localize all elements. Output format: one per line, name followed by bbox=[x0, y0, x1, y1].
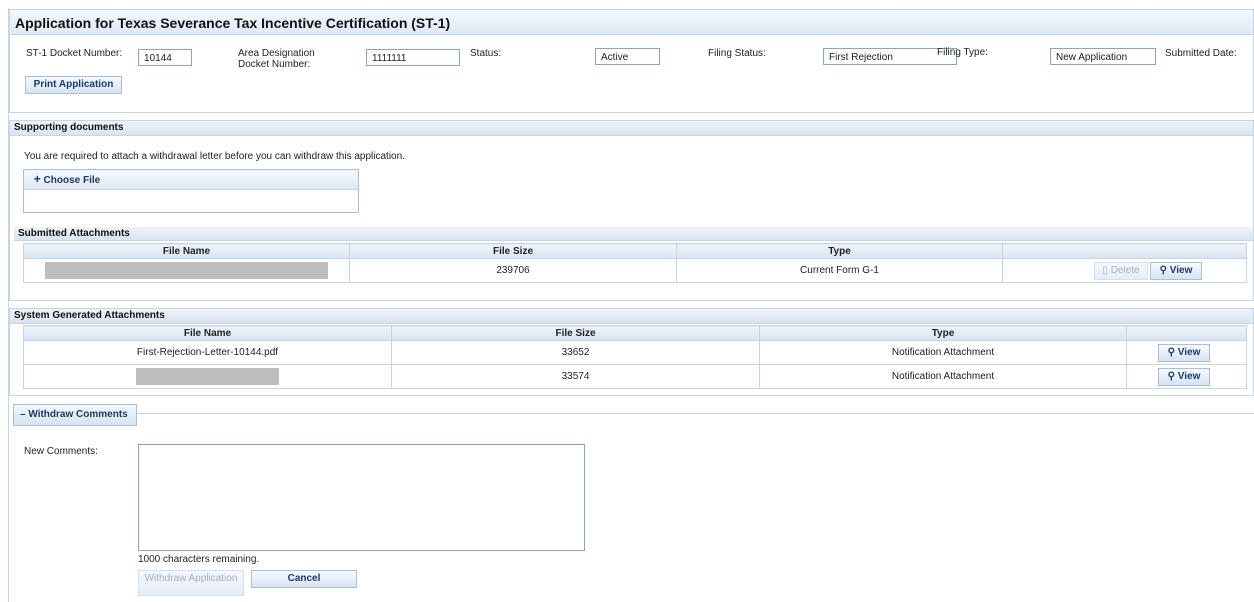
table-header-row: File Name File Size Type bbox=[23, 325, 1247, 341]
submitted-attachments-table: File Name File Size Type 239706 Current … bbox=[23, 243, 1247, 283]
choose-file-label: Choose File bbox=[43, 175, 101, 186]
file-type-cell: Current Form G-1 bbox=[676, 258, 1003, 283]
column-header-type: Type bbox=[759, 325, 1127, 341]
actions-cell: ⚲ View bbox=[1126, 340, 1247, 365]
area-docket-label: Area Designation Docket Number: bbox=[238, 48, 315, 70]
choose-file-button[interactable]: + Choose File bbox=[27, 171, 107, 188]
redacted-file-name bbox=[136, 368, 279, 385]
filing-type-label: Filing Type: bbox=[937, 47, 988, 58]
table-header-row: File Name File Size Type bbox=[23, 243, 1247, 259]
withdrawal-letter-notice: You are required to attach a withdrawal … bbox=[24, 151, 405, 162]
view-button[interactable]: ⚲ View bbox=[1158, 344, 1210, 362]
view-label: View bbox=[1177, 347, 1201, 358]
file-name-cell: First-Rejection-Letter-10144.pdf bbox=[23, 340, 392, 365]
file-type-cell: Notification Attachment bbox=[759, 340, 1127, 365]
title-bar: Application for Texas Severance Tax Ince… bbox=[9, 9, 1254, 35]
table-row: 239706 Current Form G-1 ▯ Delete ⚲ View bbox=[23, 258, 1247, 283]
status-field[interactable]: Active bbox=[595, 48, 660, 65]
delete-label: Delete bbox=[1110, 265, 1140, 276]
application-header-panel: ST-1 Docket Number: 10144 Area Designati… bbox=[9, 35, 1254, 113]
filing-type-field[interactable]: New Application bbox=[1050, 48, 1156, 65]
view-button[interactable]: ⚲ View bbox=[1158, 368, 1210, 386]
withdraw-fieldset-border bbox=[137, 413, 1254, 414]
supporting-documents-header: Supporting documents bbox=[10, 121, 1253, 136]
file-name-cell bbox=[23, 364, 392, 389]
withdraw-comments-legend: Withdraw Comments bbox=[28, 409, 128, 420]
submitted-attachments-header: Submitted Attachments bbox=[14, 227, 1253, 241]
print-application-button[interactable]: Print Application bbox=[25, 76, 122, 94]
system-attachments-section: System Generated Attachments File Name F… bbox=[9, 308, 1254, 396]
new-comments-textarea[interactable] bbox=[138, 444, 585, 551]
table-row: First-Rejection-Letter-10144.pdf 33652 N… bbox=[23, 340, 1247, 365]
file-size-cell: 33652 bbox=[391, 340, 760, 365]
plus-icon: + bbox=[33, 172, 41, 186]
file-upload-box: + Choose File bbox=[23, 169, 359, 213]
column-header-actions bbox=[1002, 243, 1247, 259]
page-title: Application for Texas Severance Tax Ince… bbox=[15, 15, 451, 31]
withdraw-comments-toggle[interactable]: – Withdraw Comments bbox=[13, 404, 137, 426]
docket-number-field[interactable]: 10144 bbox=[138, 49, 192, 66]
actions-cell: ⚲ View bbox=[1126, 364, 1247, 389]
file-name-cell bbox=[23, 258, 350, 283]
column-header-file-name: File Name bbox=[23, 325, 392, 341]
file-size-cell: 33574 bbox=[391, 364, 760, 389]
characters-remaining: 1000 characters remaining. bbox=[138, 554, 260, 565]
actions-cell: ▯ Delete ⚲ View bbox=[1002, 258, 1247, 283]
redacted-file-name bbox=[45, 262, 328, 279]
cancel-button[interactable]: Cancel bbox=[251, 570, 357, 588]
column-header-file-name: File Name bbox=[23, 243, 350, 259]
column-header-actions bbox=[1126, 325, 1247, 341]
file-size-cell: 239706 bbox=[349, 258, 677, 283]
column-header-file-size: File Size bbox=[349, 243, 677, 259]
trash-icon: ▯ bbox=[1102, 265, 1108, 276]
magnifier-icon: ⚲ bbox=[1167, 347, 1175, 358]
system-attachments-header: System Generated Attachments bbox=[10, 309, 1253, 324]
system-attachments-table: File Name File Size Type First-Rejection… bbox=[23, 325, 1247, 389]
area-docket-field[interactable]: 1111111 bbox=[366, 49, 460, 66]
new-comments-label: New Comments: bbox=[24, 446, 98, 457]
submitted-date-label: Submitted Date: bbox=[1165, 48, 1237, 59]
magnifier-icon: ⚲ bbox=[1167, 371, 1175, 382]
withdraw-application-button[interactable]: Withdraw Application bbox=[138, 570, 244, 596]
column-header-file-size: File Size bbox=[391, 325, 760, 341]
view-button[interactable]: ⚲ View bbox=[1150, 262, 1202, 280]
supporting-documents-section: Supporting documents You are required to… bbox=[9, 120, 1254, 301]
filing-status-label: Filing Status: bbox=[708, 48, 766, 59]
file-upload-toolbar: + Choose File bbox=[24, 170, 358, 190]
file-type-cell: Notification Attachment bbox=[759, 364, 1127, 389]
view-label: View bbox=[1169, 265, 1193, 276]
delete-button[interactable]: ▯ Delete bbox=[1094, 262, 1148, 280]
status-label: Status: bbox=[470, 48, 502, 59]
view-label: View bbox=[1177, 371, 1201, 382]
column-header-type: Type bbox=[676, 243, 1003, 259]
table-row: 33574 Notification Attachment ⚲ View bbox=[23, 364, 1247, 389]
docket-number-label: ST-1 Docket Number: bbox=[26, 48, 123, 59]
minus-icon: – bbox=[20, 409, 26, 420]
magnifier-icon: ⚲ bbox=[1159, 265, 1167, 276]
